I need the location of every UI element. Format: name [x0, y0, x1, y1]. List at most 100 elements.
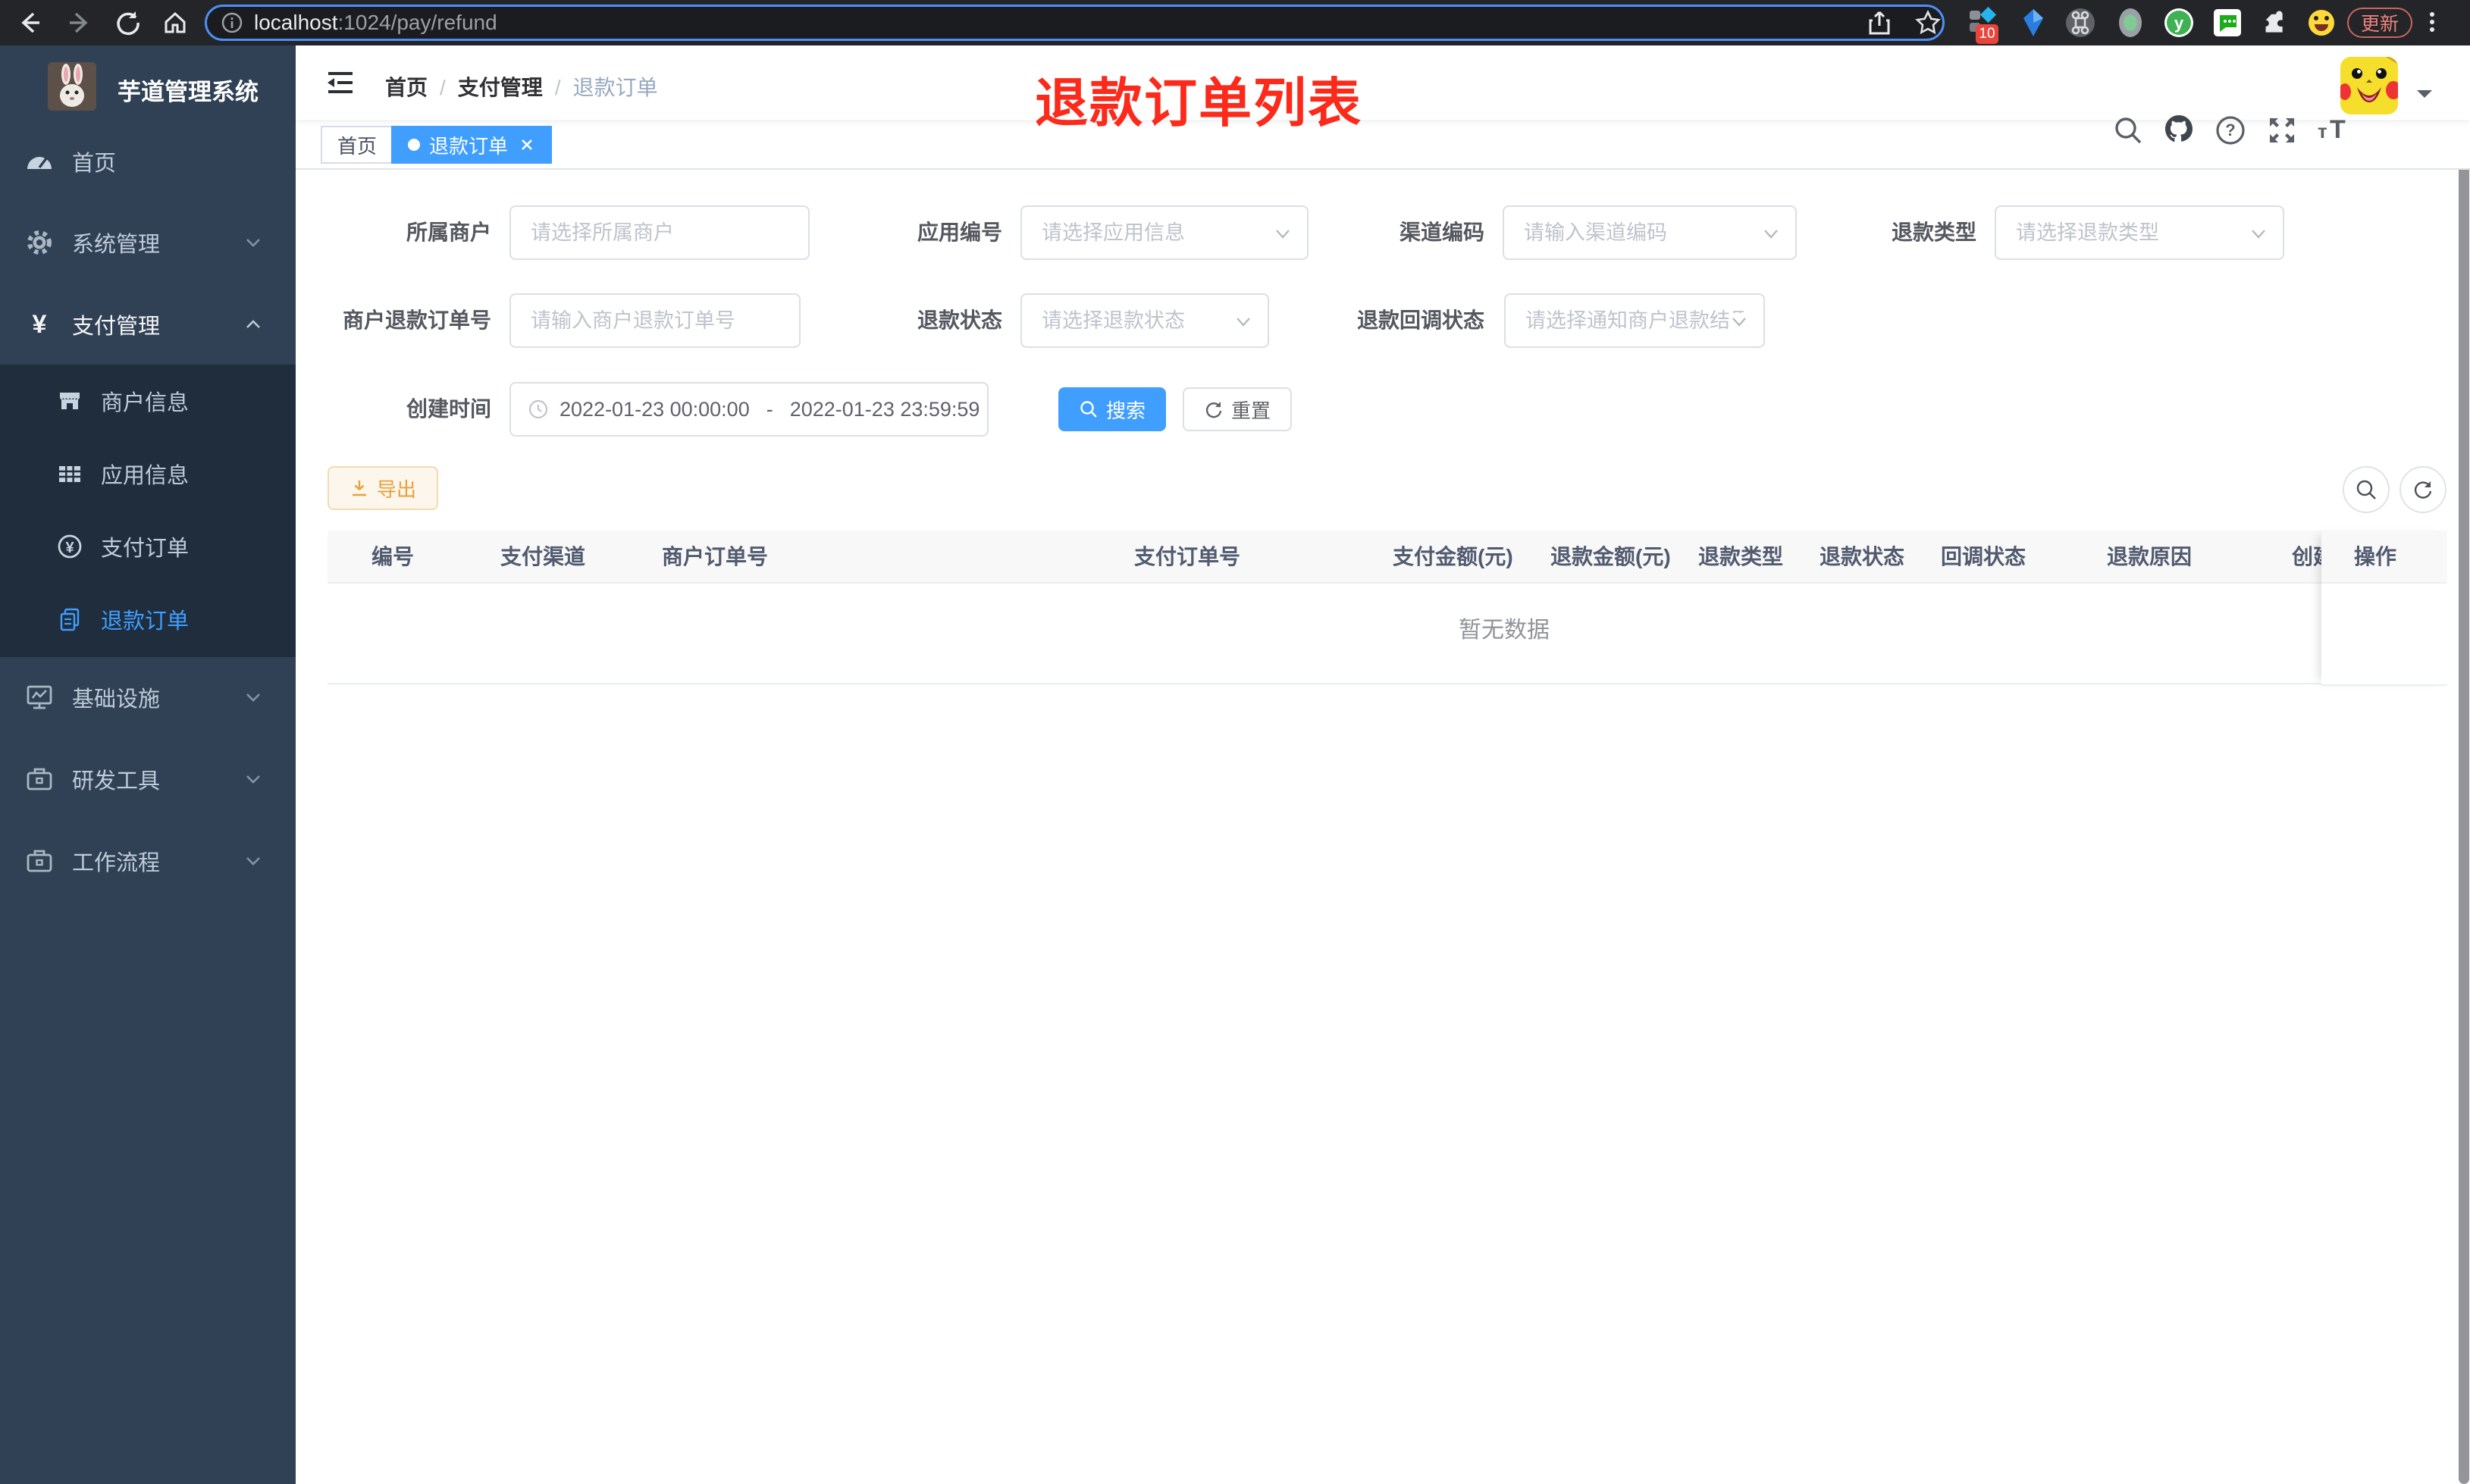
search-button[interactable]: 搜索 [1058, 387, 1166, 431]
filter-label-app: 应用编号 [917, 221, 1002, 244]
merchant-select-input[interactable] [511, 207, 808, 258]
merchant-refund-no-input-box[interactable] [509, 293, 801, 348]
tab-refund-order[interactable]: 退款订单 [391, 126, 553, 164]
toggle-search-button[interactable] [2343, 466, 2390, 513]
sidebar-item-pay[interactable]: ¥ 支付管理 [0, 288, 296, 361]
extension-chat-icon[interactable] [2212, 8, 2243, 38]
download-icon [352, 481, 366, 496]
extension-recorder-icon[interactable] [2115, 8, 2146, 38]
tab-active-dot [408, 139, 420, 151]
breadcrumb-pay[interactable]: 支付管理 [458, 76, 543, 99]
site-info-icon[interactable] [221, 11, 243, 34]
refund-status-select[interactable] [1020, 293, 1269, 348]
pay-submenu: 商户信息 应用信息 ¥ 支付订单 退款订单 [0, 365, 296, 657]
sidebar-item-merchant-info[interactable]: 商户信息 [0, 365, 296, 437]
col-action: 操作 [2354, 545, 2397, 568]
briefcase-icon [27, 768, 52, 791]
reset-button[interactable]: 重置 [1183, 387, 1292, 431]
avatar[interactable] [2340, 57, 2398, 114]
browser-home-icon[interactable] [162, 10, 188, 36]
channel-select[interactable] [1503, 205, 1797, 260]
share-icon[interactable] [1867, 10, 1892, 36]
help-icon[interactable]: ? [2214, 114, 2247, 147]
tab-home[interactable]: 首页 [321, 126, 394, 164]
browser-forward-icon[interactable] [67, 10, 92, 36]
refund-status-select-input[interactable] [1022, 295, 1268, 346]
main-content: 所属商户 应用编号 渠道编码 退款类型 商户退款订单号 退款状态 退款 [296, 170, 2470, 1484]
chevron-down-icon [1764, 230, 1778, 239]
browser-menu-icon[interactable] [2429, 9, 2435, 36]
github-icon[interactable] [2162, 112, 2196, 146]
app-select-input[interactable] [1022, 207, 1307, 258]
sidebar-item-label: 首页 [72, 152, 117, 176]
sidebar-item-pay-order[interactable]: ¥ 支付订单 [0, 510, 296, 583]
sidebar-item-dev-tools[interactable]: 研发工具 [0, 743, 296, 816]
refund-type-select[interactable] [1995, 205, 2284, 260]
create-time-range-picker[interactable]: 2022-01-23 00:00:00 - 2022-01-23 23:59:5… [509, 382, 989, 437]
breadcrumb-home[interactable]: 首页 [385, 76, 428, 99]
page-scrollbar[interactable] [2459, 45, 2469, 1484]
sidebar-item-system[interactable]: 系统管理 [0, 206, 296, 279]
merchant-select[interactable] [509, 205, 810, 260]
sidebar-item-app-info[interactable]: 应用信息 [0, 437, 296, 510]
breadcrumb-current: 退款订单 [572, 76, 658, 99]
search-icon [2356, 480, 2376, 499]
sidebar-item-label: 系统管理 [72, 233, 161, 257]
browser-reload-icon[interactable] [115, 10, 141, 36]
sidebar-item-workflow[interactable]: 工作流程 [0, 825, 296, 897]
url-text: localhost:1024/pay/refund [254, 11, 497, 35]
extension-yudao-icon[interactable]: y [2164, 8, 2194, 38]
app-title: 芋道管理系统 [118, 79, 259, 105]
chevron-down-icon [1730, 313, 1748, 331]
merchant-refund-no-input[interactable] [511, 295, 799, 346]
table-fixed-action-column: 操作 [2321, 531, 2447, 686]
fullscreen-icon[interactable] [2265, 114, 2299, 147]
bookmark-star-icon[interactable] [1915, 10, 1941, 36]
sidebar-item-label: 基础设施 [72, 687, 161, 712]
breadcrumb-separator: / [554, 76, 561, 99]
extension-command-icon[interactable] [2065, 8, 2095, 38]
col-refund-type: 退款类型 [1698, 545, 1784, 568]
address-bar[interactable]: localhost:1024/pay/refund [205, 5, 1945, 41]
caret-down-icon[interactable] [2415, 87, 2434, 101]
sidebar-item-label: 商户信息 [101, 391, 190, 415]
date-start-value: 2022-01-23 00:00:00 [560, 397, 750, 421]
col-merchant-order-no: 商户订单号 [662, 545, 769, 568]
app-select[interactable] [1020, 205, 1309, 260]
refund-type-select-input[interactable] [1996, 207, 2283, 258]
refresh-icon [2414, 481, 2432, 499]
extension-emoji-icon[interactable] [2306, 8, 2337, 38]
font-size-icon[interactable]: тT [2315, 114, 2348, 147]
monitor-chart-icon [27, 685, 52, 709]
svg-text:y: y [2174, 14, 2184, 33]
extension-tab-manager-icon[interactable]: 10 [1968, 6, 1998, 44]
date-separator: - [766, 397, 773, 421]
col-notify-status: 回调状态 [1941, 545, 2026, 568]
svg-text:¥: ¥ [65, 540, 74, 556]
sidebar-item-infra[interactable]: 基础设施 [0, 661, 296, 734]
store-icon [60, 393, 80, 409]
chevron-down-icon [246, 775, 260, 784]
logo-row[interactable]: 芋道管理系统 [0, 45, 296, 126]
notify-status-select[interactable] [1504, 293, 1765, 348]
extension-gem-icon[interactable] [2018, 8, 2048, 38]
browser-update-button[interactable]: 更新 [2347, 8, 2412, 38]
sidebar-item-label: 退款订单 [101, 609, 190, 634]
breadcrumb: 首页 / 支付管理 / 退款订单 [385, 71, 658, 102]
search-icon[interactable] [2111, 114, 2145, 147]
table-empty-text: 暂无数据 [1459, 618, 1550, 643]
sidebar-item-home[interactable]: 首页 [0, 125, 296, 198]
export-button[interactable]: 导出 [328, 466, 438, 510]
refresh-table-button[interactable] [2399, 466, 2446, 513]
extension-puzzle-icon[interactable] [2261, 8, 2291, 38]
table-empty-row [328, 584, 2447, 684]
extension-badge: 10 [1976, 24, 1998, 44]
filter-label-merchant-refund-no: 商户退款订单号 [342, 308, 491, 332]
channel-select-input[interactable] [1504, 207, 1795, 258]
notify-status-select-input[interactable] [1506, 295, 1763, 346]
browser-back-icon[interactable] [17, 10, 42, 36]
sidebar-item-refund-order[interactable]: 退款订单 [0, 583, 296, 656]
export-button-label: 导出 [376, 477, 416, 501]
tab-close-icon[interactable] [519, 136, 535, 153]
sidebar-toggle-icon[interactable] [324, 67, 356, 99]
